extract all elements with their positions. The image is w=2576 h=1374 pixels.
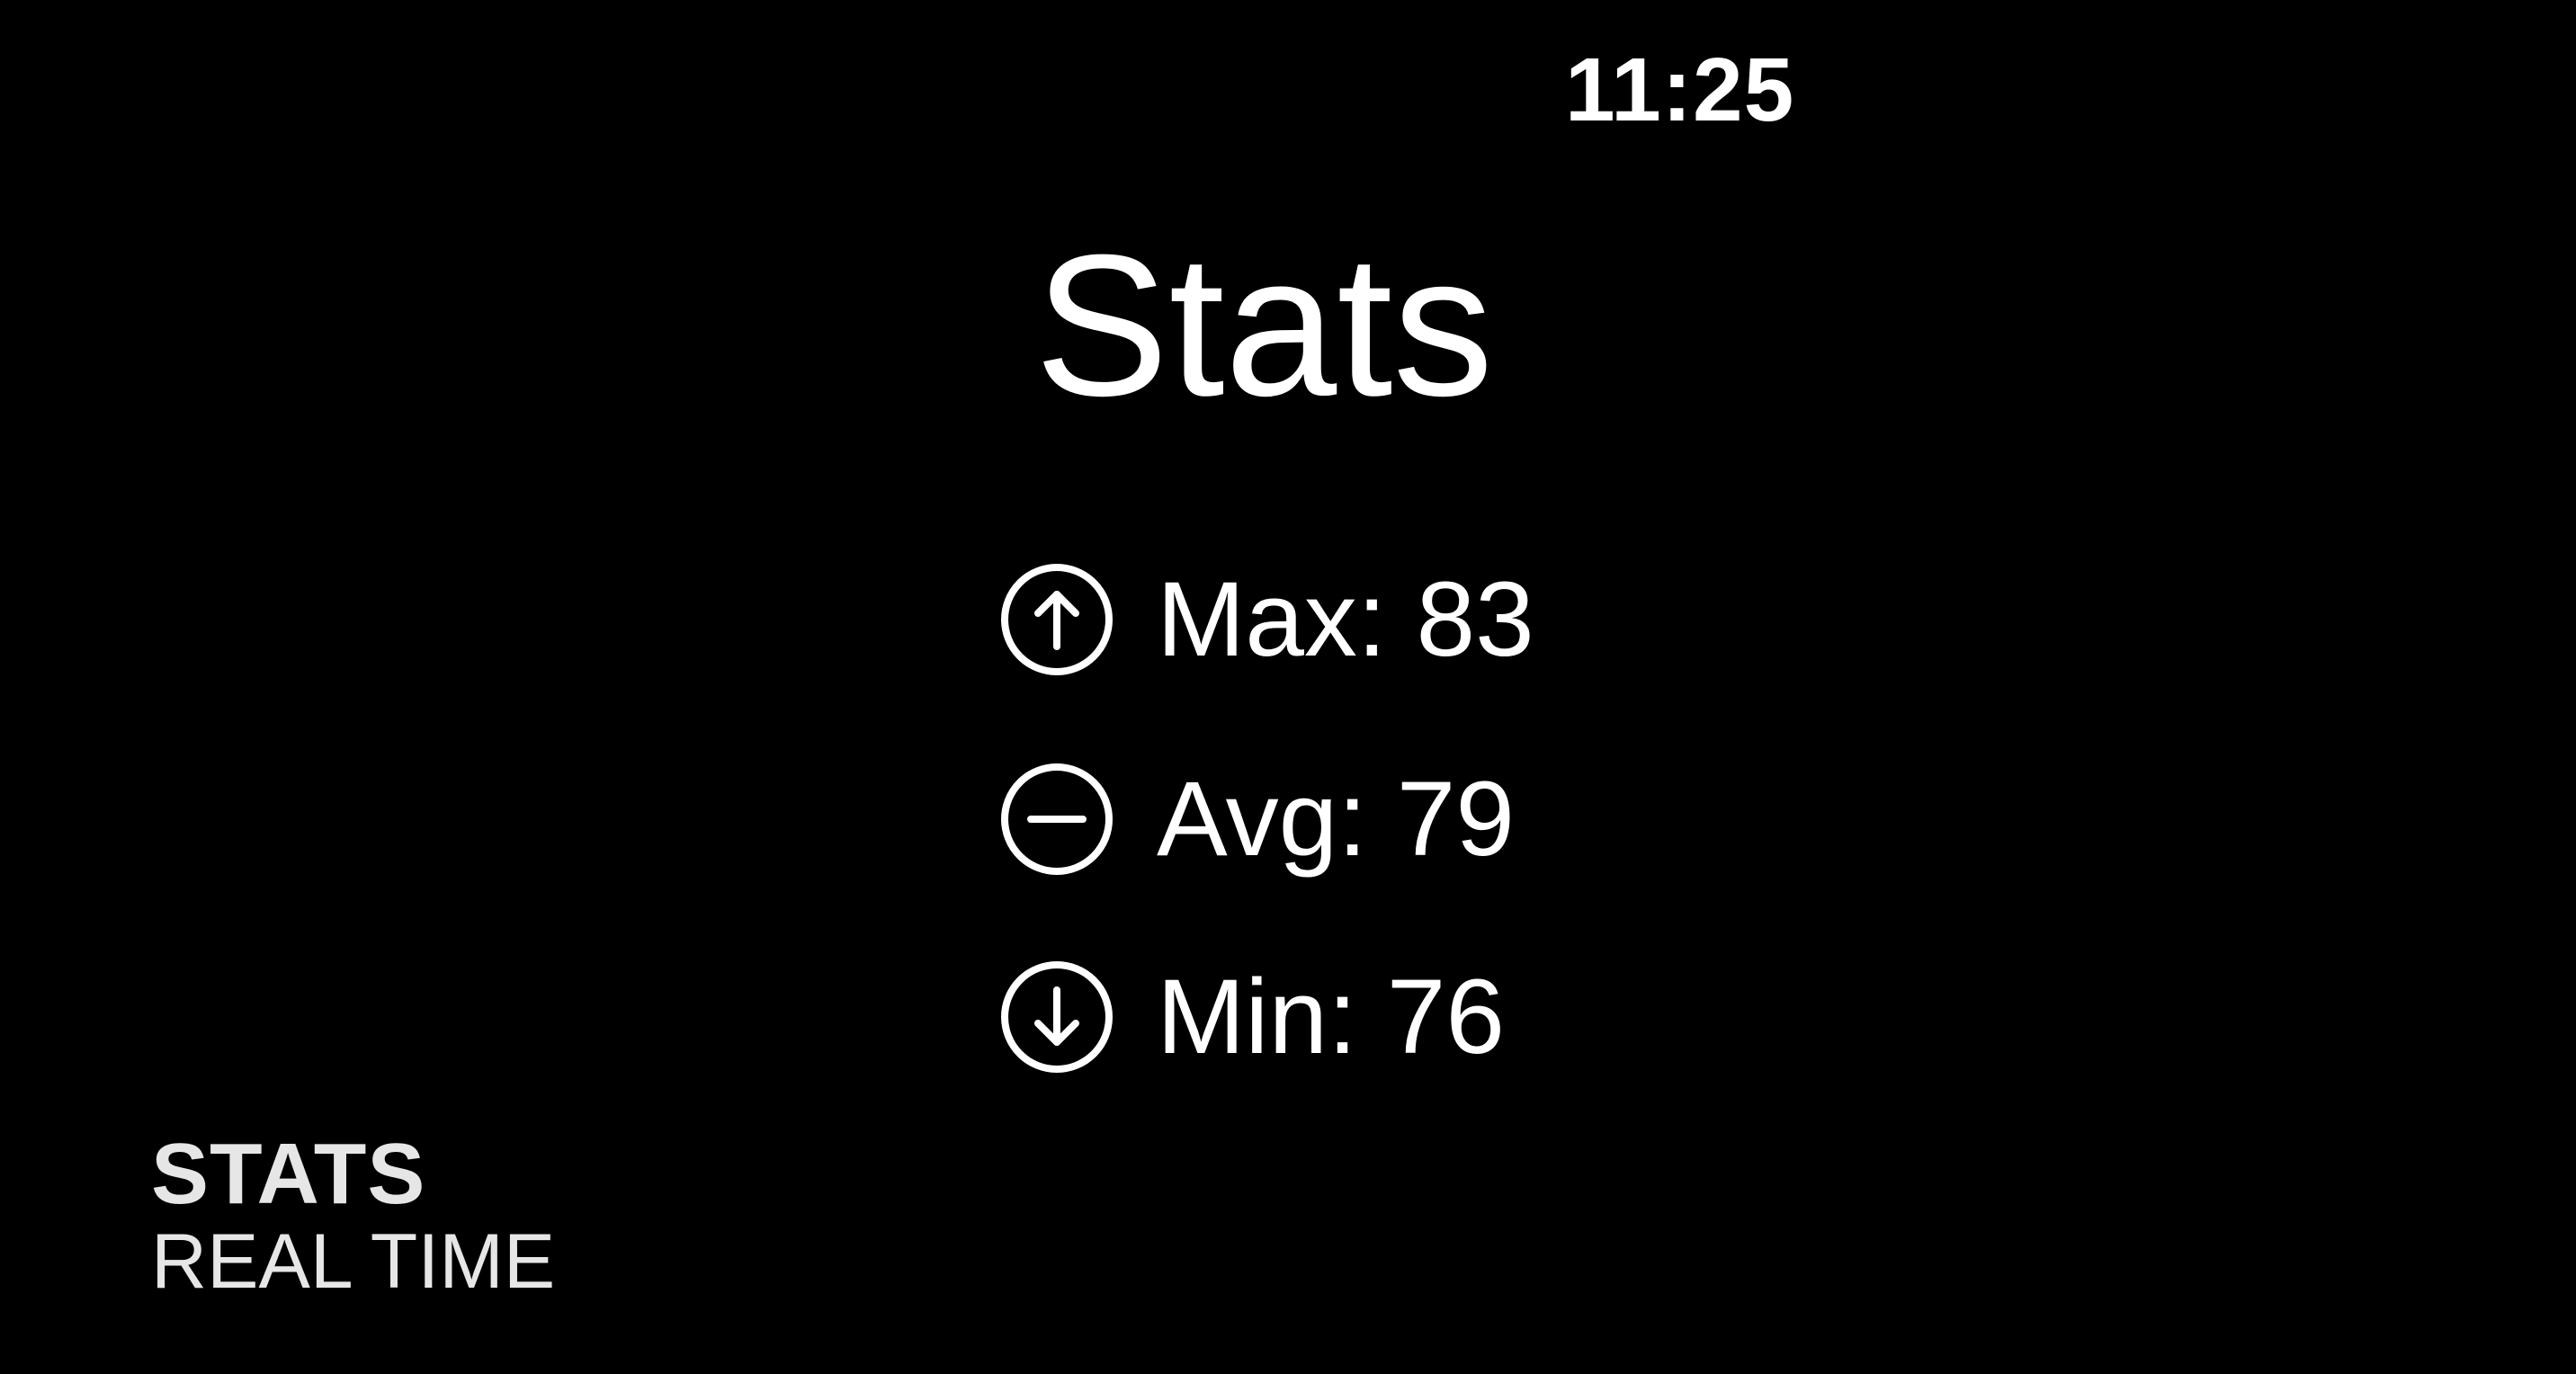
footer-subtitle: REAL TIME	[151, 1218, 556, 1305]
minus-circle-icon	[1001, 763, 1113, 875]
page-title: Stats	[1034, 213, 1494, 438]
footer-caption: STATS REAL TIME	[151, 1126, 556, 1305]
stat-row-min: Min: 76	[998, 959, 1505, 1075]
status-time: 11:25	[1565, 40, 1795, 140]
stat-row-max: Max: 83	[998, 561, 1534, 678]
arrow-down-circle-icon	[1001, 961, 1113, 1073]
stat-avg-label: Avg: 79	[1157, 760, 1516, 879]
arrow-up-circle-icon	[1001, 564, 1113, 675]
footer-title: STATS	[151, 1126, 426, 1222]
stat-row-avg: Avg: 79	[998, 761, 1515, 878]
stat-max-label: Max: 83	[1157, 560, 1534, 679]
stat-min-label: Min: 76	[1157, 958, 1505, 1076]
